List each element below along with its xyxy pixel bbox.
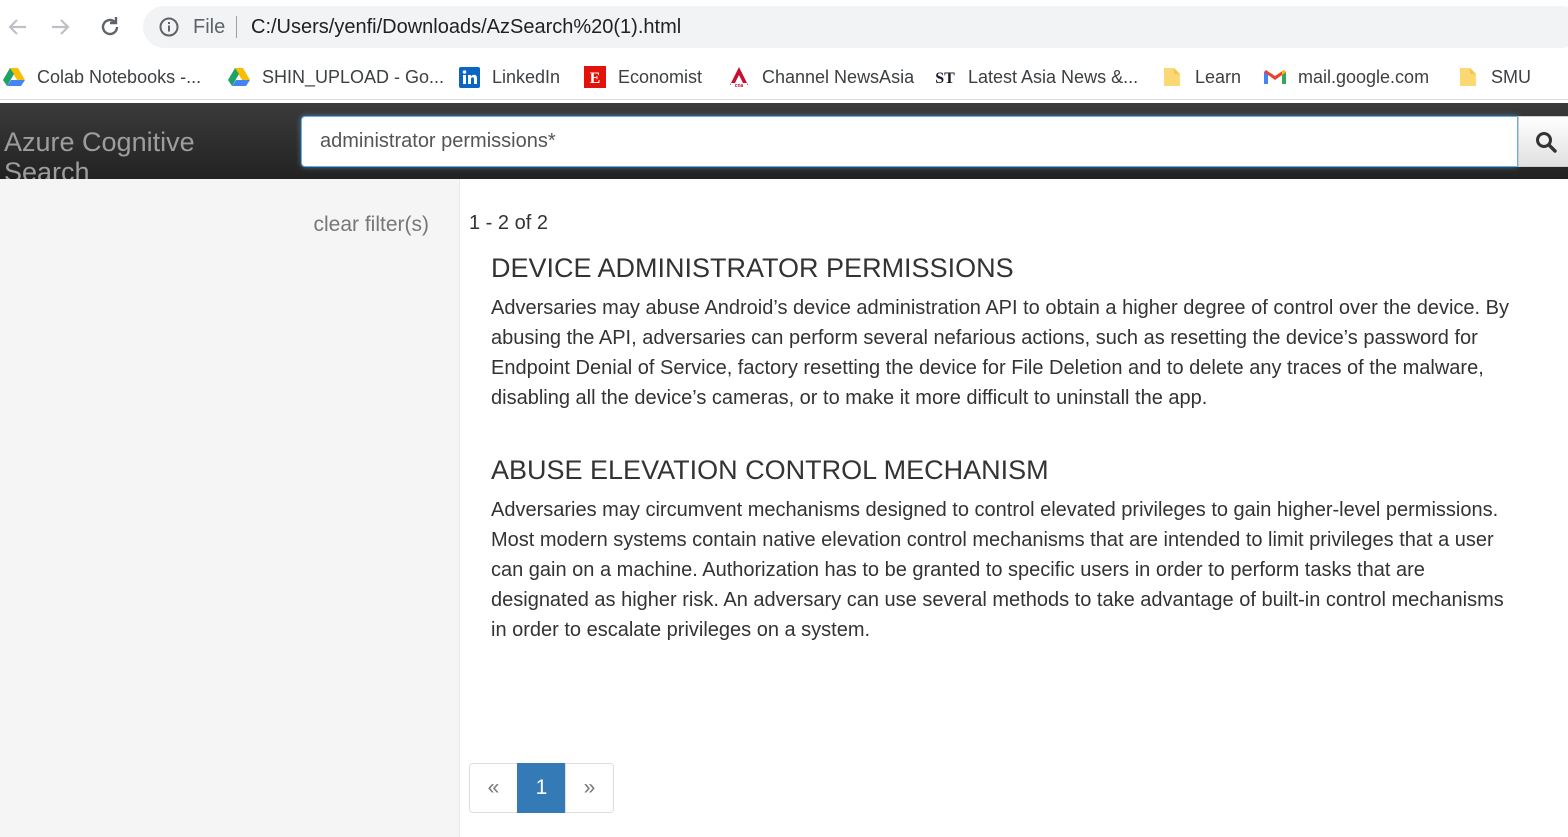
search-button[interactable]	[1518, 116, 1568, 167]
search-input[interactable]	[301, 116, 1518, 167]
arrow-right-icon	[52, 19, 70, 35]
bookmark-label: mail.google.com	[1298, 66, 1430, 87]
result-item: DEVICE ADMINISTRATOR PERMISSIONS Adversa…	[491, 251, 1511, 413]
bookmark-label: SHIN_UPLOAD - Go...	[262, 66, 445, 87]
result-description: Adversaries may abuse Android’s device a…	[491, 297, 1509, 409]
next-page-button[interactable]: »	[565, 763, 614, 813]
folder-icon	[1457, 66, 1479, 88]
omnibox-scheme-label: File	[193, 16, 226, 38]
result-description: Adversaries may circumvent mechanisms de…	[491, 499, 1504, 641]
bookmark-label: Colab Notebooks -...	[37, 66, 202, 87]
search-icon	[1536, 131, 1557, 153]
pagination: « 1 »	[469, 763, 614, 813]
clear-filters-link[interactable]: clear filter(s)	[313, 213, 429, 237]
bookmark-label: Channel NewsAsia	[762, 66, 915, 87]
bookmark-label: Economist	[618, 66, 703, 87]
svg-text:E: E	[590, 70, 601, 87]
result-title[interactable]: DEVICE ADMINISTRATOR PERMISSIONS	[491, 251, 1511, 285]
svg-text:cna: cna	[735, 83, 744, 88]
forward-button[interactable]	[46, 12, 76, 42]
url-text[interactable]: C:/Users/yenfi/Downloads/AzSearch%20(1).…	[251, 16, 681, 39]
previous-page-button[interactable]: «	[469, 763, 518, 813]
google-drive-icon	[228, 66, 250, 88]
bookmarks-bar: Colab Notebooks -... SHIN_UPLOAD - Go...…	[0, 54, 1568, 100]
bookmark-smu[interactable]: SMU	[1457, 62, 1531, 92]
gmail-icon	[1264, 66, 1286, 88]
arrow-left-icon	[8, 19, 26, 35]
bookmark-shin-upload[interactable]: SHIN_UPLOAD - Go...	[228, 62, 444, 92]
results-count: 1 - 2 of 2	[469, 212, 548, 234]
bookmark-label: Learn	[1195, 66, 1242, 87]
bookmark-economist[interactable]: E Economist	[584, 62, 702, 92]
linkedin-icon	[458, 66, 480, 88]
facet-sidebar: clear filter(s)	[0, 179, 460, 837]
economist-icon: E	[584, 66, 606, 88]
svg-text:ST: ST	[935, 70, 955, 87]
back-button[interactable]	[2, 12, 32, 42]
bookmark-label: LinkedIn	[492, 66, 561, 87]
app-navbar: Azure Cognitive Search	[0, 103, 1568, 187]
page-1-button[interactable]: 1	[517, 763, 566, 813]
result-item: ABUSE ELEVATION CONTROL MECHANISM Advers…	[491, 453, 1511, 645]
address-bar[interactable]: File C:/Users/yenfi/Downloads/AzSearch%2…	[143, 6, 1568, 48]
omnibox-divider	[236, 16, 237, 38]
folder-icon	[1161, 66, 1183, 88]
bookmark-label: SMU	[1491, 66, 1531, 87]
bookmark-gmail[interactable]: mail.google.com	[1264, 62, 1429, 92]
brand-title[interactable]: Azure Cognitive Search	[4, 127, 254, 187]
result-title[interactable]: ABUSE ELEVATION CONTROL MECHANISM	[491, 453, 1511, 487]
cna-icon: cna	[728, 66, 750, 88]
bookmark-label: Latest Asia News &...	[968, 66, 1139, 87]
straits-times-icon: ST	[934, 66, 956, 88]
google-drive-icon	[3, 66, 25, 88]
reload-button[interactable]	[95, 12, 125, 42]
bookmark-linkedin[interactable]: LinkedIn	[458, 62, 560, 92]
info-icon[interactable]	[159, 17, 179, 37]
bookmark-straits-times[interactable]: ST Latest Asia News &...	[934, 62, 1138, 92]
reload-icon	[101, 17, 119, 36]
browser-toolbar: File C:/Users/yenfi/Downloads/AzSearch%2…	[0, 0, 1568, 54]
bookmark-learn[interactable]: Learn	[1161, 62, 1241, 92]
bookmark-channel-newsasia[interactable]: cna Channel NewsAsia	[728, 62, 914, 92]
bookmark-colab[interactable]: Colab Notebooks -...	[3, 62, 201, 92]
